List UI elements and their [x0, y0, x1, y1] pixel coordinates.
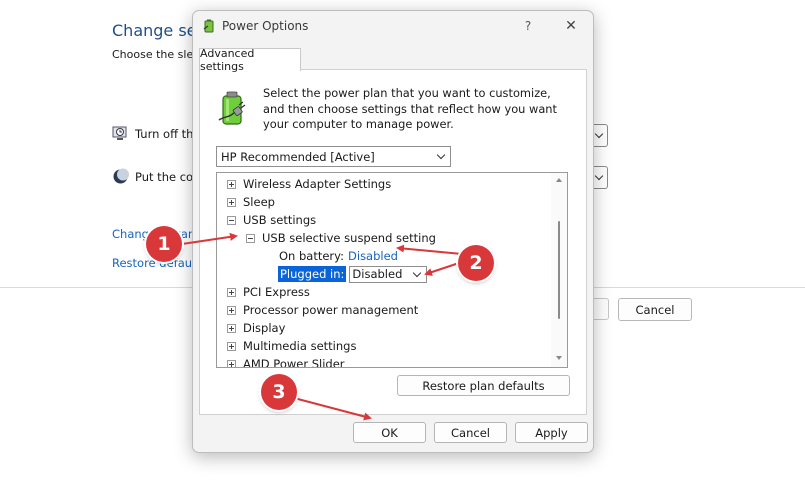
tree-item-wireless[interactable]: Wireless Adapter Settings — [227, 175, 391, 193]
display-timer-icon — [112, 126, 127, 140]
expand-icon[interactable] — [227, 179, 236, 189]
display-setting-row: Turn off the display: — [112, 125, 192, 142]
ok-button[interactable]: OK — [353, 422, 426, 443]
expand-icon[interactable] — [227, 287, 236, 297]
tree-item-multimedia[interactable]: Multimedia settings — [227, 337, 356, 355]
sleep-moon-icon — [113, 168, 129, 184]
on-battery-value[interactable]: Disabled — [348, 249, 398, 263]
apply-button[interactable]: Apply — [515, 422, 588, 443]
scroll-down-icon[interactable] — [556, 356, 562, 360]
power-plan-selected: HP Recommended [Active] — [221, 149, 375, 164]
tree-item-label: PCI Express — [243, 285, 310, 299]
step-marker-3: 3 — [261, 374, 297, 410]
tree-item-pci-express[interactable]: PCI Express — [227, 283, 310, 301]
tree-item-label: Display — [243, 321, 286, 335]
expand-icon[interactable] — [227, 197, 236, 207]
on-battery-label: On battery: — [279, 249, 345, 263]
sleep-setting-label: Put the computer to sleep: — [135, 169, 192, 184]
tree-item-label: USB settings — [243, 213, 317, 227]
power-options-dialog: Power Options ? ✕ Advanced settings Sele… — [192, 10, 594, 453]
display-setting-label: Turn off the display: — [135, 126, 192, 141]
plugged-in-label: Plugged in: — [278, 266, 347, 282]
save-changes-button[interactable] — [594, 298, 609, 320]
step-marker-1: 1 — [146, 226, 182, 262]
settings-tree[interactable]: Wireless Adapter Settings Sleep USB sett… — [216, 172, 568, 368]
tree-item-label: USB selective suspend setting — [262, 231, 436, 245]
page-subtitle: Choose the sleep and display settings th… — [112, 48, 192, 61]
tree-item-usb-settings[interactable]: USB settings — [227, 211, 316, 229]
tree-item-label: Wireless Adapter Settings — [243, 177, 392, 191]
battery-plug-icon — [218, 91, 246, 125]
expand-icon[interactable] — [227, 323, 236, 333]
on-battery-setting[interactable]: On battery: Disabled — [279, 247, 398, 265]
restore-plan-defaults-button[interactable]: Restore plan defaults — [397, 375, 570, 396]
power-plan-dropdown[interactable]: HP Recommended [Active] — [216, 146, 451, 167]
tree-item-amd-power-slider[interactable]: AMD Power Slider — [227, 355, 345, 368]
expand-icon[interactable] — [227, 305, 236, 315]
expand-icon[interactable] — [227, 359, 236, 367]
power-options-icon — [203, 19, 214, 33]
step-marker-2: 2 — [458, 245, 494, 281]
help-button[interactable]: ? — [519, 17, 537, 35]
tree-item-label: AMD Power Slider — [243, 357, 345, 368]
tree-item-label: Multimedia settings — [243, 339, 357, 353]
chevron-down-icon — [413, 268, 422, 277]
tree-item-sleep[interactable]: Sleep — [227, 193, 275, 211]
chevron-down-icon — [436, 150, 446, 160]
dialog-title: Power Options — [222, 19, 309, 33]
background-cancel-button[interactable]: Cancel — [618, 298, 692, 321]
tree-item-label: Sleep — [243, 195, 275, 209]
tree-item-processor[interactable]: Processor power management — [227, 301, 418, 319]
sleep-timeout-dropdown[interactable] — [594, 166, 608, 189]
plugged-in-value: Disabled — [352, 267, 403, 281]
plugged-in-dropdown[interactable]: Disabled — [349, 265, 428, 283]
tab-advanced-settings[interactable]: Advanced settings — [199, 47, 301, 73]
cancel-button[interactable]: Cancel — [434, 422, 507, 443]
tree-item-display[interactable]: Display — [227, 319, 285, 337]
page-title: Change settings for the plan: HP Recomme… — [112, 21, 192, 40]
scroll-up-icon[interactable] — [556, 178, 562, 182]
tree-item-usb-selective-suspend[interactable]: USB selective suspend setting — [246, 229, 436, 247]
display-timeout-dropdown[interactable] — [594, 124, 608, 147]
close-button[interactable]: ✕ — [562, 17, 580, 35]
scrollbar-thumb[interactable] — [558, 221, 560, 319]
dialog-titlebar[interactable]: Power Options ? ✕ — [193, 11, 593, 43]
plugged-in-setting[interactable]: Plugged in: Disabled — [278, 265, 428, 283]
tree-item-label: Processor power management — [243, 303, 419, 317]
tree-scrollbar[interactable] — [551, 173, 567, 367]
collapse-icon[interactable] — [246, 233, 255, 243]
collapse-icon[interactable] — [227, 215, 236, 225]
expand-icon[interactable] — [227, 341, 236, 351]
dialog-description: Select the power plan that you want to c… — [263, 86, 557, 131]
sleep-setting-row: Put the computer to sleep: — [112, 168, 192, 185]
